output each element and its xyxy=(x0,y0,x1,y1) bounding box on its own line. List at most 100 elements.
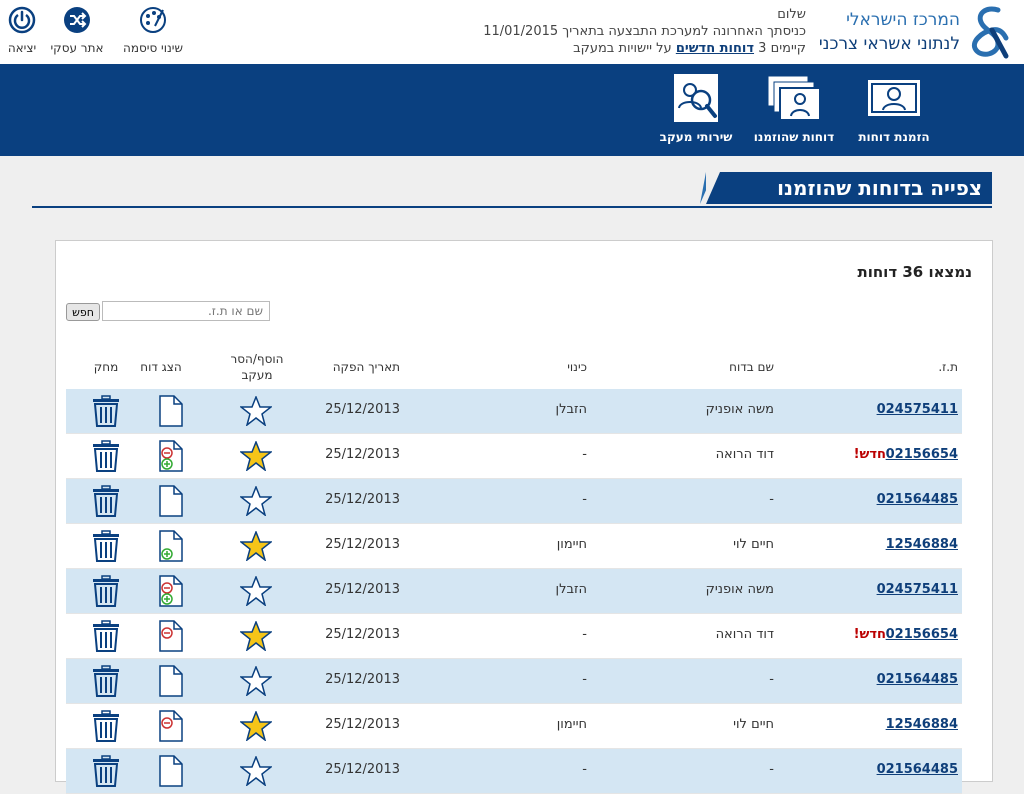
user-card-icon xyxy=(868,80,920,116)
table-row: 12546884 חיים לוי חיימון 25/12/2013 xyxy=(66,524,962,569)
issue-date: 25/12/2013 xyxy=(325,627,400,642)
change-password-button[interactable]: שינוי סיסמה xyxy=(118,6,188,55)
star-empty-icon[interactable] xyxy=(238,484,274,517)
page-title: צפייה בדוחות שהוזמנו xyxy=(777,176,982,200)
nickname: הזבלן xyxy=(555,402,587,417)
star-empty-icon[interactable] xyxy=(238,664,274,697)
trash-icon[interactable] xyxy=(92,395,120,427)
report-document-icon[interactable] xyxy=(156,440,184,472)
new-badge: חדש! xyxy=(853,447,886,462)
results-count: נמצאו 36 דוחות xyxy=(857,263,972,281)
trash-icon[interactable] xyxy=(92,575,120,607)
report-name: דוד הרואה xyxy=(715,627,774,642)
issue-date: 25/12/2013 xyxy=(325,402,400,417)
nickname: - xyxy=(582,627,587,642)
id-link[interactable]: 021564485 xyxy=(877,672,958,687)
table-row: 024575411 משה אופניק הזבלן 25/12/2013 xyxy=(66,569,962,614)
report-document-icon[interactable] xyxy=(156,755,184,787)
main-nav: הזמנת דוחות דוחות שהוזמנו שירותי מעקב xyxy=(0,64,1024,156)
star-filled-icon[interactable] xyxy=(238,709,274,742)
issue-date: 25/12/2013 xyxy=(325,447,400,462)
col-id: ת.ז. xyxy=(938,360,958,374)
table-row: 021564485 - - 25/12/2013 xyxy=(66,749,962,794)
nickname: - xyxy=(582,672,587,687)
page-title-bar: צפייה בדוחות שהוזמנו xyxy=(32,172,992,208)
table-header: ת.ז. שם בדוח כינוי תאריך הפקה הוסף/הסר מ… xyxy=(66,351,962,387)
logo-line2: לנתוני אשראי צרכני xyxy=(818,34,960,54)
trash-icon[interactable] xyxy=(92,665,120,697)
id-link[interactable]: 024575411 xyxy=(877,582,958,597)
nickname: הזבלן xyxy=(555,582,587,597)
col-nickname: כינוי xyxy=(567,360,587,374)
trash-icon[interactable] xyxy=(92,755,120,787)
report-name: משה אופניק xyxy=(705,582,774,597)
reports-panel: נמצאו 36 דוחות חפש ת.ז. שם בדוח כינוי תא… xyxy=(55,240,993,794)
stacked-cards-icon xyxy=(767,75,821,121)
col-monitor: הוסף/הסר מעקב xyxy=(230,352,284,382)
title-accent xyxy=(700,172,706,204)
logout-button[interactable]: יציאה xyxy=(0,6,44,55)
id-link[interactable]: 024575411 xyxy=(877,402,958,417)
logo[interactable]: המרכז הישראלי לנתוני אשראי צרכני xyxy=(810,4,1010,60)
new-reports-notice: קיימים 3 דוחות חדשים על יישויות במעקב xyxy=(573,41,806,56)
issue-date: 25/12/2013 xyxy=(325,717,400,732)
report-document-icon[interactable] xyxy=(156,575,184,607)
id-link[interactable]: 12546884 xyxy=(886,537,958,552)
greeting: שלום xyxy=(777,7,806,22)
trash-icon[interactable] xyxy=(92,530,120,562)
star-empty-icon[interactable] xyxy=(238,394,274,427)
col-delete: מחק xyxy=(93,360,119,374)
shuffle-icon xyxy=(64,7,90,33)
star-empty-icon[interactable] xyxy=(238,574,274,607)
search-button[interactable]: חפש xyxy=(66,303,100,321)
magnifier-user-icon xyxy=(674,74,718,122)
logo-line1: המרכז הישראלי xyxy=(846,10,960,30)
business-site-button[interactable]: אתר עסקי xyxy=(42,6,112,55)
star-filled-icon[interactable] xyxy=(238,529,274,562)
star-empty-icon[interactable] xyxy=(238,754,274,787)
table-row: 021564485 - - 25/12/2013 xyxy=(66,479,962,524)
report-name: חיים לוי xyxy=(733,717,774,732)
id-link[interactable]: 021564485 xyxy=(877,762,958,777)
trash-icon[interactable] xyxy=(92,440,120,472)
id-link[interactable]: 02156654 xyxy=(886,447,958,462)
col-show-report: הצג דוח xyxy=(140,360,182,374)
report-document-icon[interactable] xyxy=(156,665,184,697)
palette-icon xyxy=(140,7,166,33)
table-row: 02156654 חדש! דוד הרואה - 25/12/2013 xyxy=(66,614,962,659)
nickname: - xyxy=(582,447,587,462)
report-document-icon[interactable] xyxy=(156,710,184,742)
user-info: שלום כניסתך האחרונה למערכת התבצעה בתאריך… xyxy=(466,6,806,57)
nickname: - xyxy=(582,762,587,777)
report-name: - xyxy=(769,672,774,687)
nickname: - xyxy=(582,492,587,507)
id-link[interactable]: 02156654 xyxy=(886,627,958,642)
issue-date: 25/12/2013 xyxy=(325,672,400,687)
trash-icon[interactable] xyxy=(92,485,120,517)
new-reports-link[interactable]: דוחות חדשים xyxy=(676,41,754,56)
new-badge: חדש! xyxy=(853,627,886,642)
ampersand-logo-icon xyxy=(972,6,1009,59)
star-filled-icon[interactable] xyxy=(238,439,274,472)
nav-ordered-reports[interactable]: דוחות שהוזמנו xyxy=(749,74,839,154)
table-row: 12546884 חיים לוי חיימון 25/12/2013 xyxy=(66,704,962,749)
nickname: חיימון xyxy=(556,717,587,732)
search-box: חפש xyxy=(66,301,272,323)
report-document-icon[interactable] xyxy=(156,530,184,562)
report-name: דוד הרואה xyxy=(715,447,774,462)
id-link[interactable]: 12546884 xyxy=(886,717,958,732)
star-filled-icon[interactable] xyxy=(238,619,274,652)
trash-icon[interactable] xyxy=(92,620,120,652)
report-document-icon[interactable] xyxy=(156,485,184,517)
search-input[interactable] xyxy=(102,301,270,321)
table-row: 021564485 - - 25/12/2013 xyxy=(66,659,962,704)
col-issue-date: תאריך הפקה xyxy=(332,360,400,374)
nickname: חיימון xyxy=(556,537,587,552)
nav-order-reports[interactable]: הזמנת דוחות xyxy=(854,74,934,154)
trash-icon[interactable] xyxy=(92,710,120,742)
report-document-icon[interactable] xyxy=(156,620,184,652)
id-link[interactable]: 021564485 xyxy=(877,492,958,507)
nav-monitoring-services[interactable]: שירותי מעקב xyxy=(656,74,736,154)
col-report-name: שם בדוח xyxy=(729,360,774,374)
report-document-icon[interactable] xyxy=(156,395,184,427)
